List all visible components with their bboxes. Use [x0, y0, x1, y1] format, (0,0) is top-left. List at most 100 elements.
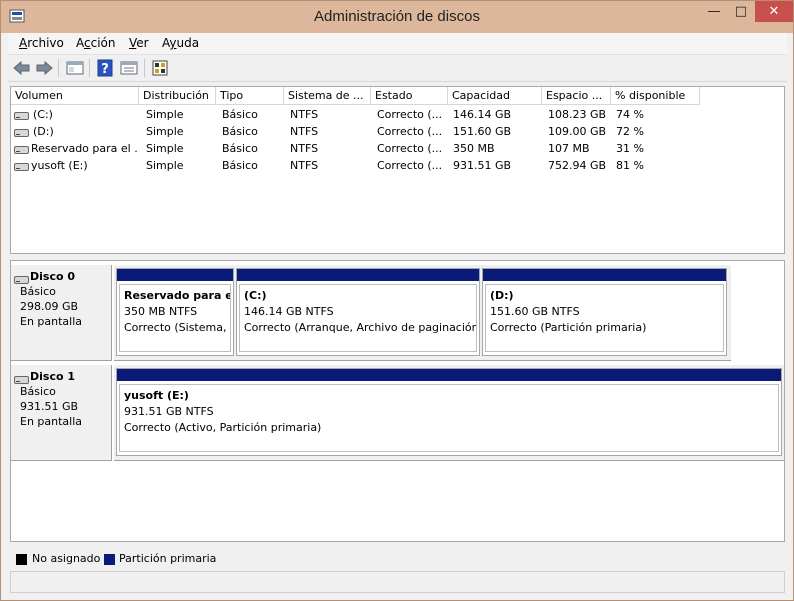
disk-info-panel[interactable]: Disco 1 Básico 931.51 GB En pantalla [11, 365, 112, 461]
cell-tipo: Básico [222, 142, 258, 155]
partition-size: 151.60 GB NTFS [490, 305, 580, 318]
cell-disponible: 31 % [616, 142, 644, 155]
toolbar-separator [144, 59, 145, 77]
partition-size: 931.51 GB NTFS [124, 405, 214, 418]
minimize-button[interactable]: — [701, 1, 727, 22]
volume-list-header: Volumen Distribución Tipo Sistema de ...… [11, 87, 786, 105]
toolbar-separator [89, 59, 90, 77]
menu-accion-pre: A [76, 36, 84, 50]
cell-tipo: Básico [222, 159, 258, 172]
partition-body: Reservado para el s 350 MB NTFS Correcto… [119, 284, 231, 352]
cell-distribucion: Simple [146, 142, 184, 155]
partition-body: yusoft (E:) 931.51 GB NTFS Correcto (Act… [119, 384, 779, 452]
cell-sistema: NTFS [290, 142, 319, 155]
partition-status: Correcto (Partición primaria) [490, 321, 647, 334]
column-header-capacidad[interactable]: Capacidad [448, 87, 542, 105]
disk-size: 931.51 GB [20, 400, 79, 413]
status-bar [10, 571, 785, 593]
menu-accion-rest: ción [90, 36, 116, 50]
cell-volumen: yusoft (E:) [31, 159, 88, 172]
partition-c[interactable]: (C:) 146.14 GB NTFS Correcto (Arranque, … [236, 268, 480, 356]
legend-swatch-primary [104, 554, 115, 565]
disk-size: 298.09 GB [20, 300, 79, 313]
column-header-sistema[interactable]: Sistema de ... [284, 87, 371, 105]
console-tree-icon[interactable] [65, 59, 85, 77]
partition-type-bar [117, 269, 233, 281]
legend-label-primary: Partición primaria [119, 552, 217, 565]
legend: No asignado Partición primaria [10, 549, 785, 567]
partition-size: 146.14 GB NTFS [244, 305, 334, 318]
menu-accion[interactable]: Acción [76, 36, 116, 50]
cell-sistema: NTFS [290, 125, 319, 138]
cell-espacio: 752.94 GB [548, 159, 607, 172]
menu-archivo-accel: A [19, 36, 28, 50]
cell-distribucion: Simple [146, 108, 184, 121]
column-header-volumen[interactable]: Volumen [11, 87, 139, 105]
cell-capacidad: 931.51 GB [453, 159, 512, 172]
column-header-distribucion[interactable]: Distribución [139, 87, 216, 105]
partition-e[interactable]: yusoft (E:) 931.51 GB NTFS Correcto (Act… [116, 368, 782, 456]
disk-status: En pantalla [20, 315, 83, 328]
disk-management-window: Administración de discos — □ ✕ Archivo A… [0, 0, 794, 601]
disk-name-label: Disco 1 [30, 370, 76, 383]
maximize-button[interactable]: □ [728, 1, 754, 22]
table-row[interactable]: yusoft (E:) Simple Básico NTFS Correcto … [11, 157, 786, 174]
cell-espacio: 108.23 GB [548, 108, 607, 121]
volume-list[interactable]: Volumen Distribución Tipo Sistema de ...… [10, 86, 785, 254]
toolbar-separator [58, 59, 59, 77]
disk-name-label: Disco 0 [30, 270, 76, 283]
cell-disponible: 81 % [616, 159, 644, 172]
column-header-disponible[interactable]: % disponible [611, 87, 700, 105]
menu-accion-accel: c [84, 36, 91, 50]
disk-row: Disco 0 Básico 298.09 GB En pantalla Res… [11, 265, 784, 361]
back-icon[interactable] [12, 59, 32, 77]
settings-icon[interactable] [150, 59, 170, 77]
volume-drive-icon [14, 144, 29, 154]
cell-tipo: Básico [222, 125, 258, 138]
menu-archivo-rest: rchivo [27, 36, 64, 50]
close-button[interactable]: ✕ [755, 1, 793, 22]
cell-disponible: 74 % [616, 108, 644, 121]
cell-disponible: 72 % [616, 125, 644, 138]
partition-name: Reservado para el s [124, 289, 230, 302]
disk-type: Básico [20, 285, 56, 298]
menu-ayuda[interactable]: Ayuda [162, 36, 199, 50]
properties-icon[interactable] [119, 59, 139, 77]
disk-info-panel[interactable]: Disco 0 Básico 298.09 GB En pantalla [11, 265, 112, 361]
volume-drive-icon [14, 127, 29, 137]
column-header-estado[interactable]: Estado [371, 87, 448, 105]
table-row[interactable]: Reservado para el ... Simple Básico NTFS… [11, 140, 786, 157]
cell-capacidad: 151.60 GB [453, 125, 512, 138]
column-header-espacio[interactable]: Espacio ... [542, 87, 611, 105]
column-header-tipo[interactable]: Tipo [216, 87, 284, 105]
partition-status: Correcto (Arranque, Archivo de paginació… [244, 321, 477, 334]
partition-status: Correcto (Sistema, A [124, 321, 231, 334]
toolbar: ? [8, 54, 787, 82]
menu-ver[interactable]: Ver [129, 36, 149, 50]
disk-status: En pantalla [20, 415, 83, 428]
partition-d[interactable]: (D:) 151.60 GB NTFS Correcto (Partición … [482, 268, 727, 356]
table-row[interactable]: (D:) Simple Básico NTFS Correcto (... 15… [11, 123, 786, 140]
cell-distribucion: Simple [146, 159, 184, 172]
volume-drive-icon [14, 161, 29, 171]
disk-partitions: yusoft (E:) 931.51 GB NTFS Correcto (Act… [114, 365, 784, 461]
cell-estado: Correcto (... [377, 108, 443, 121]
table-row[interactable]: (C:) Simple Básico NTFS Correcto (... 14… [11, 106, 786, 123]
cell-estado: Correcto (... [377, 142, 443, 155]
cell-volumen: Reservado para el ... [31, 142, 139, 155]
legend-swatch-unallocated [16, 554, 27, 565]
legend-label-unallocated: No asignado [32, 552, 101, 565]
menu-archivo[interactable]: Archivo [19, 36, 64, 50]
title-bar[interactable]: Administración de discos — □ ✕ [1, 1, 793, 33]
cell-espacio: 109.00 GB [548, 125, 607, 138]
cell-tipo: Básico [222, 108, 258, 121]
cell-sistema: NTFS [290, 108, 319, 121]
help-icon[interactable]: ? [95, 59, 115, 77]
cell-volumen: (C:) [33, 108, 53, 121]
disk-drive-icon [14, 373, 29, 388]
partition-reserved[interactable]: Reservado para el s 350 MB NTFS Correcto… [116, 268, 234, 356]
cell-distribucion: Simple [146, 125, 184, 138]
disk-row: Disco 1 Básico 931.51 GB En pantalla yus… [11, 365, 784, 461]
forward-icon[interactable] [34, 59, 54, 77]
partition-type-bar [237, 269, 479, 281]
